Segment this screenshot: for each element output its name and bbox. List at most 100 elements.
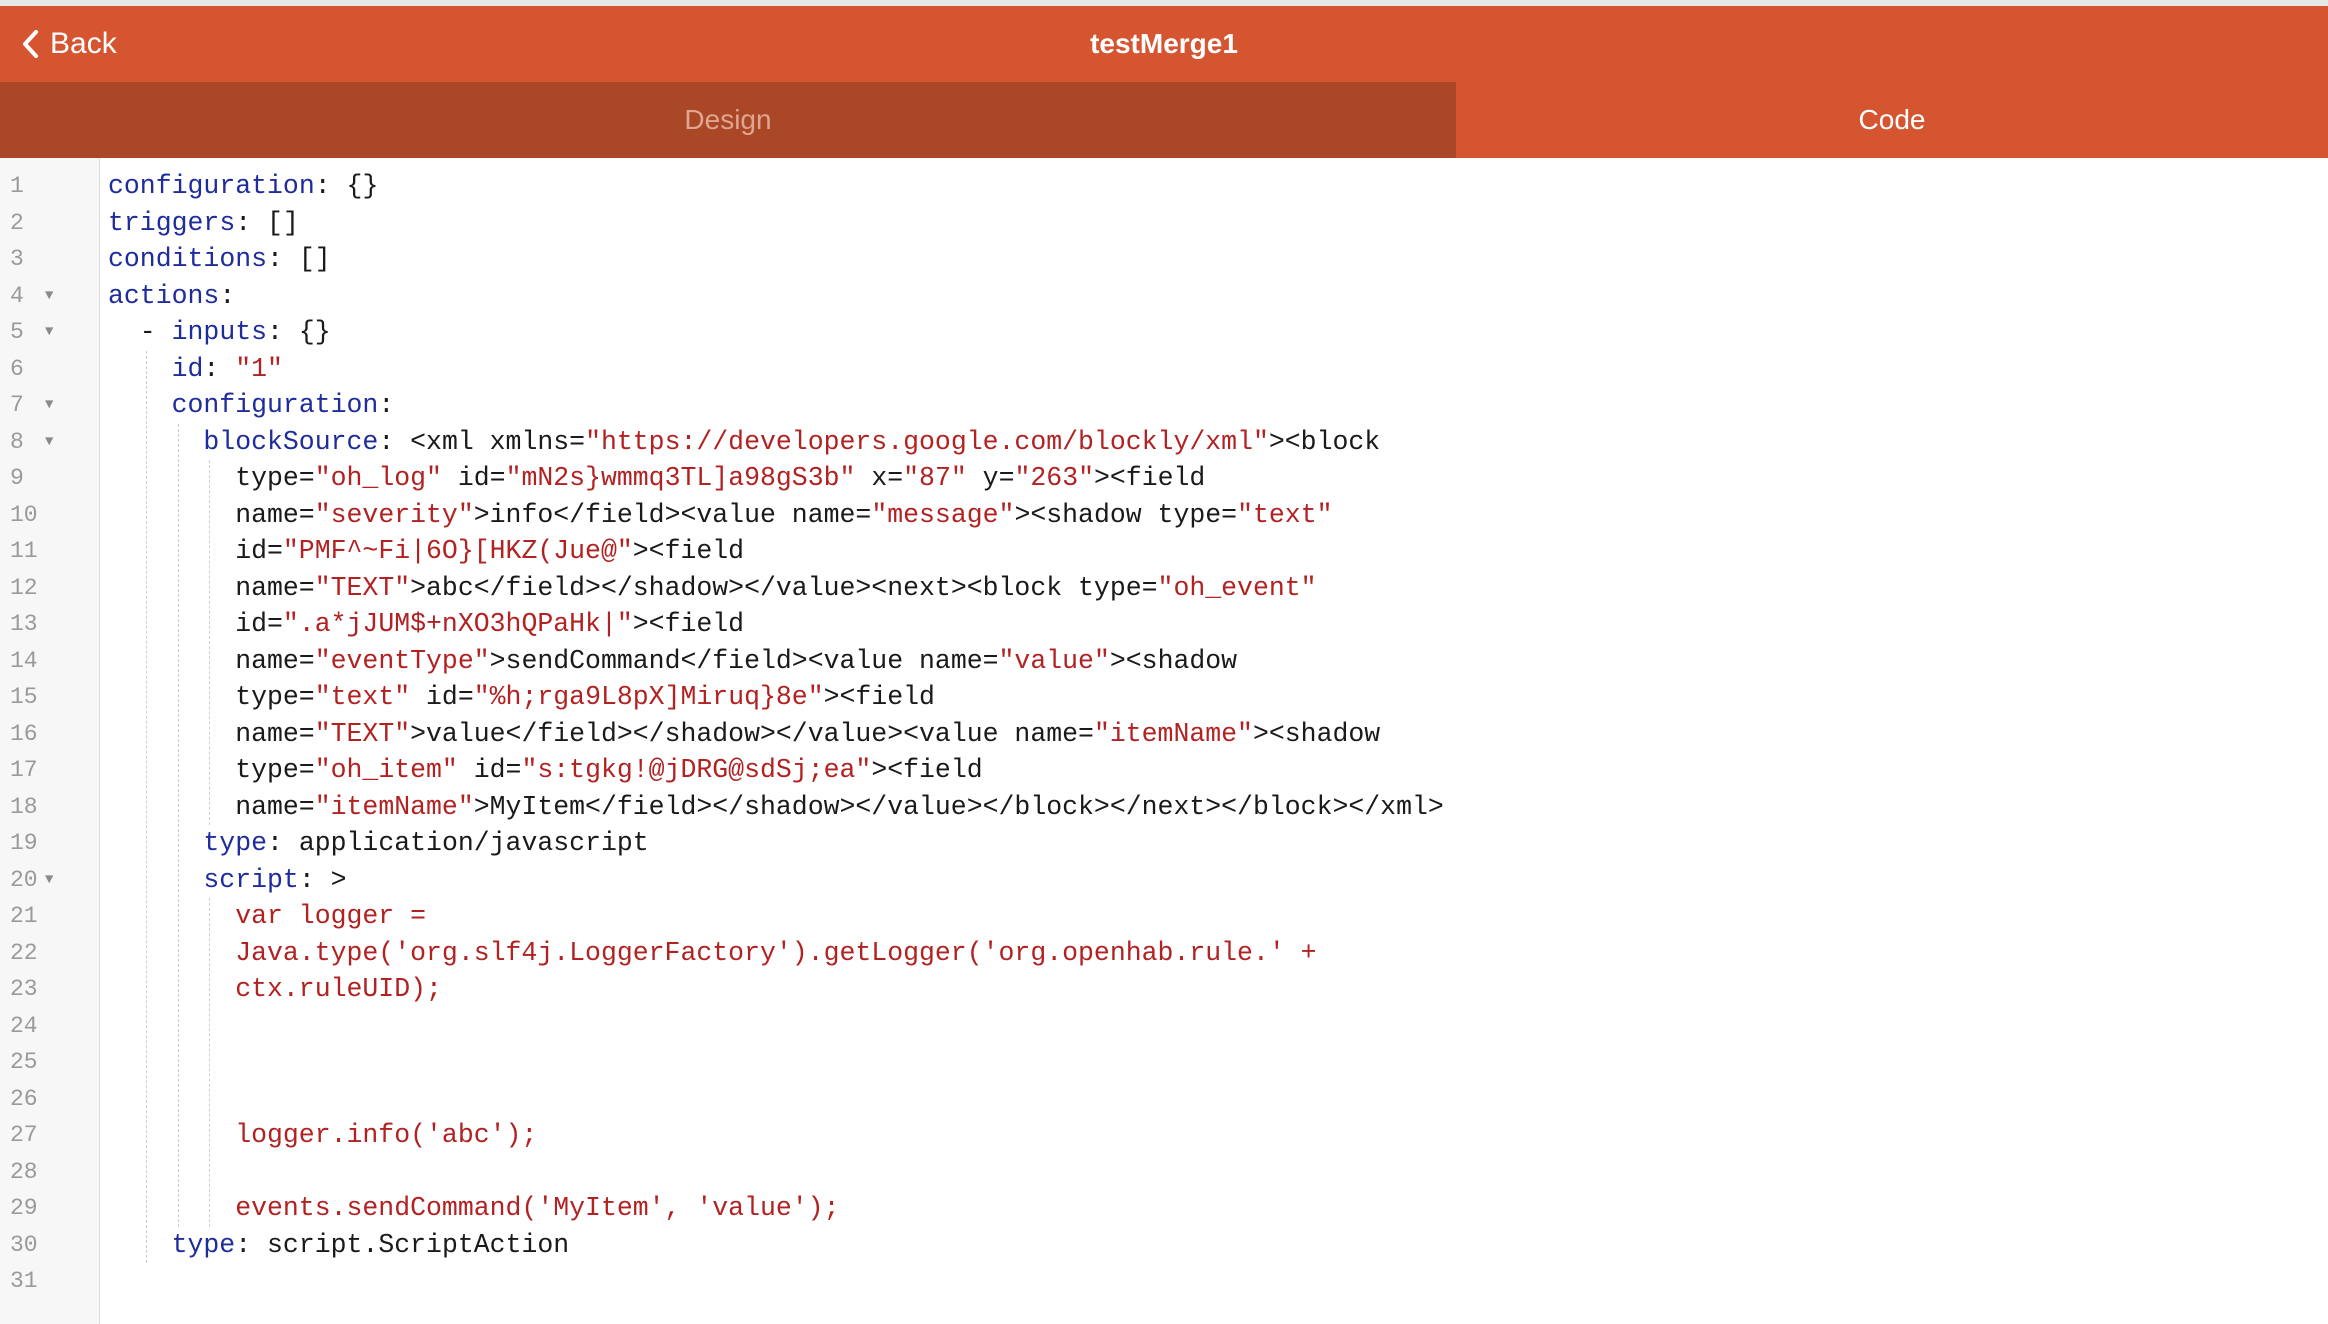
code-token: "s:tgkg!@jDRG@sdSj;ea" <box>521 755 872 785</box>
line-number-text: 28 <box>10 1158 38 1185</box>
line-number-text: 2 <box>10 209 24 236</box>
code-token: y= <box>966 463 1015 493</box>
line-number: 23 <box>0 971 99 1008</box>
back-label: Back <box>50 27 117 60</box>
code-token: "text" <box>314 682 411 712</box>
line-number: 5 ▼ <box>0 314 99 351</box>
fold-arrow-icon[interactable]: ▼ <box>45 424 53 461</box>
code-token: : application/javascript <box>267 828 649 858</box>
line-number-text: 23 <box>10 976 38 1002</box>
code-token: "value" <box>998 645 1110 676</box>
line-number: 17 <box>0 752 99 789</box>
code-line: events.sendCommand('MyItem', 'value'); <box>235 1190 839 1227</box>
code-token: id <box>171 353 204 384</box>
code-line: logger.info('abc'); <box>235 1117 537 1154</box>
line-number: 25 <box>0 1044 99 1081</box>
code-line: name="TEXT">abc</field></shadow></value>… <box>235 570 1316 607</box>
code-line: name="TEXT">value</field></shadow></valu… <box>235 716 1380 753</box>
line-number-text: 27 <box>10 1122 38 1148</box>
indent-guide <box>177 423 179 1227</box>
code-token: "itemName" <box>314 791 474 822</box>
fold-arrow-icon[interactable]: ▼ <box>45 314 53 351</box>
code-line: var logger = <box>235 898 426 935</box>
line-number: 6 <box>0 351 99 388</box>
code-token: ><field <box>871 755 983 785</box>
indent-guide <box>209 898 211 1227</box>
line-number: 4 ▼ <box>0 278 99 315</box>
code-line: - inputs: {} <box>140 314 331 351</box>
code-line: type: script.ScriptAction <box>172 1227 570 1264</box>
line-number-text: 10 <box>10 501 38 528</box>
line-number: 20 ▼ <box>0 862 99 899</box>
line-number: 28 <box>0 1154 99 1191</box>
code-token: "oh_event" <box>1157 572 1317 603</box>
code-token: logger.info('abc'); <box>235 1120 538 1150</box>
indent-guide <box>209 460 211 825</box>
code-token: "mN2s}wmmq3TL]a98gS3b" <box>505 463 856 493</box>
code-token: type <box>203 828 268 858</box>
navbar: Back testMerge1 <box>0 6 2328 82</box>
line-number-text: 6 <box>10 355 24 382</box>
code-token: name= <box>235 645 315 676</box>
code-line: id="PMF^~Fi|6O}[HKZ(Jue@"><field <box>235 533 744 570</box>
code-token: id= <box>235 609 283 639</box>
line-number-gutter: 1 2 3 4 ▼ 5 ▼ 6 7 ▼ 8 ▼ 9 10 11 12 13 14 15 16 17 18 19 20 ▼ 21 22… <box>0 158 100 1324</box>
code-token: ><shadow <box>1252 718 1381 749</box>
code-token: : > <box>298 864 347 895</box>
code-token: name= <box>235 718 315 749</box>
line-number-text: 29 <box>10 1195 38 1221</box>
code-line: ctx.ruleUID); <box>235 971 442 1008</box>
code-line: conditions: [] <box>108 241 331 278</box>
line-number-text: 31 <box>10 1268 38 1294</box>
fold-arrow-icon[interactable]: ▼ <box>45 387 53 424</box>
code-token: : {} <box>314 171 379 201</box>
code-line: name="itemName">MyItem</field></shadow><… <box>235 789 1444 826</box>
line-number: 11 <box>0 533 99 570</box>
code-line: id=".a*jJUM$+nXO3hQPaHk|"><field <box>235 606 744 643</box>
code-token: type= <box>235 755 315 785</box>
code-line: triggers: [] <box>108 205 299 242</box>
code-token: id= <box>410 682 474 712</box>
line-number: 7 ▼ <box>0 387 99 424</box>
code-token: "message" <box>871 499 1015 530</box>
code-token: script <box>203 864 299 895</box>
line-number: 9 <box>0 460 99 497</box>
code-line: configuration: {} <box>108 168 378 205</box>
code-line: type: application/javascript <box>203 825 648 862</box>
code-token: : <xml xmlns= <box>378 426 586 457</box>
line-number: 31 <box>0 1263 99 1300</box>
line-number-text: 14 <box>10 647 38 674</box>
code-token: "eventType" <box>314 645 490 676</box>
code-token: "%h;rga9L8pX]Miruq}8e" <box>473 682 824 712</box>
line-number-text: 8 <box>10 428 24 455</box>
code-token: ><field <box>823 682 935 712</box>
code-token: events.sendCommand('MyItem', 'value'); <box>235 1193 840 1223</box>
code-token: : [] <box>267 244 331 274</box>
fold-arrow-icon[interactable]: ▼ <box>45 278 53 315</box>
back-button[interactable]: Back <box>20 6 117 82</box>
code-content[interactable]: configuration: {} triggers: [] conditions:… <box>100 158 2328 1324</box>
code-token: actions <box>108 280 220 311</box>
line-number-text: 17 <box>10 757 38 783</box>
code-token: type= <box>235 463 315 493</box>
code-token: "TEXT" <box>314 572 411 603</box>
code-token: name= <box>235 499 315 530</box>
code-token: : <box>203 353 236 384</box>
code-token: name= <box>235 791 315 822</box>
line-number: 3 <box>0 241 99 278</box>
tab-code[interactable]: Code <box>1456 82 2328 158</box>
fold-arrow-icon[interactable]: ▼ <box>45 862 53 899</box>
code-editor[interactable]: 1 2 3 4 ▼ 5 ▼ 6 7 ▼ 8 ▼ 9 10 11 12 13 14 15 16 17 18 19 20 ▼ 21 22… <box>0 158 2328 1324</box>
line-number-text: 25 <box>10 1049 38 1075</box>
line-number: 30 <box>0 1227 99 1264</box>
code-token: "oh_item" <box>314 755 458 785</box>
line-number: 19 <box>0 825 99 862</box>
line-number: 18 <box>0 789 99 826</box>
line-number-text: 7 <box>10 392 24 418</box>
code-token: "text" <box>1237 499 1333 530</box>
code-token: Java.type('org.slf4j.LoggerFactory').get… <box>235 937 1317 968</box>
code-line: name="eventType">sendCommand</field><val… <box>235 643 1237 680</box>
tab-design[interactable]: Design <box>0 82 1456 158</box>
code-token: : <box>378 390 395 420</box>
code-token: "87" <box>903 463 967 493</box>
